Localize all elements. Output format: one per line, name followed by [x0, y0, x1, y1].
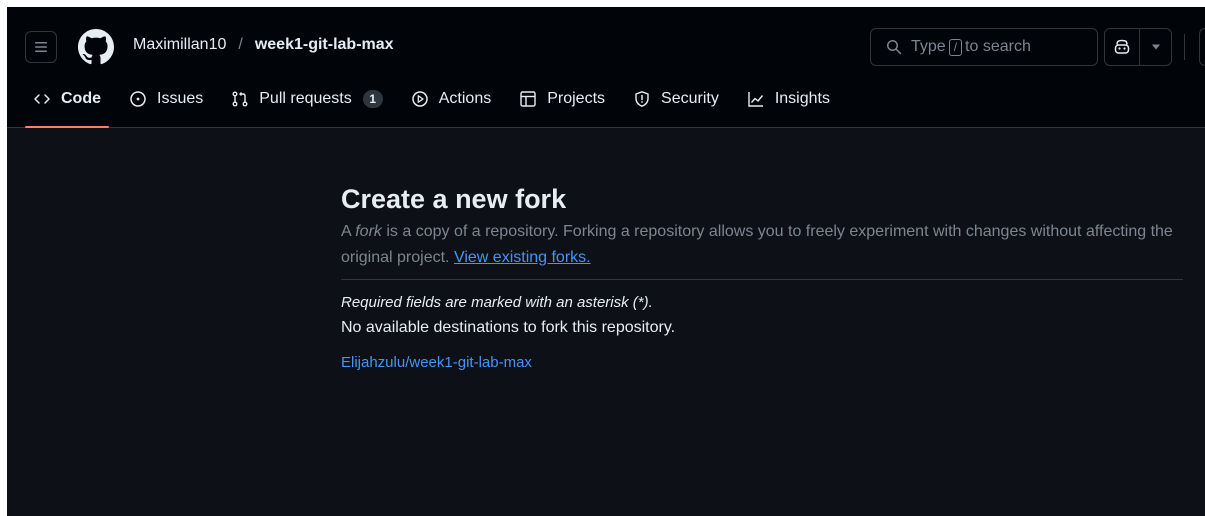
global-menu-button[interactable] [25, 31, 57, 63]
tab-actions[interactable]: Actions [403, 83, 499, 115]
triangle-down-icon [1151, 44, 1161, 50]
fork-form-container: Create a new fork A fork is a copy of a … [341, 179, 1183, 373]
view-existing-forks-link[interactable]: View existing forks. [454, 249, 591, 266]
tab-code-label: Code [61, 90, 101, 107]
required-fields-note: Required fields are marked with an aster… [341, 294, 653, 311]
table-icon [519, 90, 537, 108]
fork-description: A fork is a copy of a repository. Forkin… [341, 219, 1183, 271]
tab-issues-label: Issues [157, 90, 204, 107]
breadcrumb: Maximillan10 / week1-git-lab-max [133, 36, 394, 54]
header-next-button-edge[interactable] [1199, 28, 1205, 66]
tab-security[interactable]: Security [625, 83, 727, 115]
search-placeholder-prefix: Type [911, 38, 946, 55]
tab-actions-label: Actions [438, 90, 492, 107]
copilot-icon [1113, 38, 1131, 56]
search-input[interactable]: Type / to search [870, 28, 1098, 66]
no-destinations-message: No available destinations to fork this r… [341, 319, 676, 336]
git-pull-request-icon [231, 90, 249, 108]
search-icon [886, 39, 902, 55]
search-placeholder-suffix: to search [965, 38, 1031, 55]
github-logo-icon[interactable] [78, 29, 114, 65]
app-window: Maximillan10 / week1-git-lab-max Type / … [7, 7, 1205, 516]
tab-security-label: Security [661, 90, 719, 107]
owner-link[interactable]: Maximillan10 [133, 36, 226, 54]
existing-fork-link[interactable]: Elijahzulu/week1-git-lab-max [341, 353, 532, 373]
hamburger-menu-icon [33, 39, 49, 55]
tab-projects[interactable]: Projects [511, 83, 613, 115]
tab-pull-requests[interactable]: Pull requests 1 [223, 83, 391, 115]
graph-icon [747, 90, 765, 108]
search-shortcut-key: / [948, 38, 963, 56]
repo-nav-tabs: Code Issues Pull requests 1 Actions Proj… [25, 83, 850, 128]
tab-insights-label: Insights [774, 90, 830, 107]
issue-opened-icon [129, 90, 147, 108]
section-divider [341, 279, 1183, 280]
description-prefix: A [341, 223, 356, 240]
copilot-dropdown-button[interactable] [1140, 29, 1171, 65]
play-icon [411, 90, 429, 108]
breadcrumb-separator: / [238, 36, 243, 53]
tab-code[interactable]: Code [25, 83, 109, 128]
page-title: Create a new fork [341, 184, 567, 214]
copilot-button[interactable] [1105, 29, 1140, 65]
code-icon [33, 90, 51, 108]
description-fork-term: fork [355, 223, 382, 240]
repo-header: Maximillan10 / week1-git-lab-max Type / … [7, 7, 1205, 128]
shield-icon [633, 90, 651, 108]
header-divider [1184, 34, 1185, 60]
tab-projects-label: Projects [547, 90, 606, 107]
tab-issues[interactable]: Issues [121, 83, 211, 115]
tab-pull-requests-label: Pull requests [259, 90, 352, 107]
tab-insights[interactable]: Insights [739, 83, 838, 115]
copilot-button-group [1104, 28, 1172, 66]
pull-requests-count-badge: 1 [362, 90, 383, 108]
repo-link[interactable]: week1-git-lab-max [255, 36, 394, 54]
